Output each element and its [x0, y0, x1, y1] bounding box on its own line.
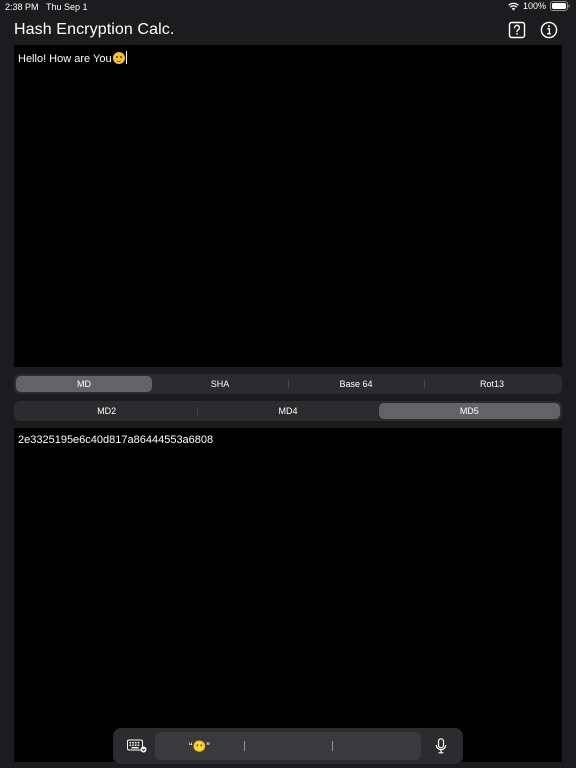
status-time: 2:38 PM	[5, 2, 39, 12]
hash-family-segmented-control: MD SHA Base 64 Rot13	[14, 374, 562, 394]
input-text-area[interactable]: Hello! How are You	[14, 45, 562, 367]
md-variant-segmented-control: MD2 MD4 MD5	[14, 401, 562, 421]
status-bar: 2:38 PM Thu Sep 1 100%	[0, 0, 576, 14]
wifi-icon	[508, 2, 519, 11]
text-cursor	[125, 51, 127, 64]
prediction-2[interactable]	[243, 732, 333, 760]
shushing-face-emoji-icon	[112, 52, 125, 64]
keyboard-shortcut-bar: “😶”	[113, 728, 463, 764]
segment-rot13[interactable]: Rot13	[424, 376, 560, 392]
output-text-area[interactable]: 2e3325195e6c40d817a86444553a6808	[14, 428, 562, 762]
prediction-3[interactable]	[332, 732, 421, 760]
segment-md2[interactable]: MD2	[16, 403, 197, 419]
segment-sha[interactable]: SHA	[152, 376, 288, 392]
battery-percentage: 100%	[522, 1, 546, 11]
predictive-text-bar: “😶”	[155, 732, 421, 760]
status-indicators: 100%	[508, 1, 570, 11]
navigation-bar: Hash Encryption Calc.	[0, 16, 576, 44]
prediction-1[interactable]: “😶”	[155, 732, 244, 760]
segment-base64[interactable]: Base 64	[288, 376, 424, 392]
help-icon[interactable]	[508, 21, 526, 39]
input-text: Hello! How are You	[18, 53, 112, 65]
segment-md4[interactable]: MD4	[197, 403, 378, 419]
keyboard-icon[interactable]	[127, 739, 147, 753]
output-hash-text: 2e3325195e6c40d817a86444553a6808	[18, 434, 214, 446]
segment-md5[interactable]: MD5	[378, 403, 560, 419]
battery-icon	[550, 1, 570, 11]
page-title: Hash Encryption Calc.	[14, 21, 175, 38]
info-icon[interactable]	[540, 21, 558, 39]
segment-md[interactable]: MD	[16, 376, 152, 392]
status-date: Thu Sep 1	[46, 2, 88, 12]
microphone-icon[interactable]	[435, 738, 447, 754]
